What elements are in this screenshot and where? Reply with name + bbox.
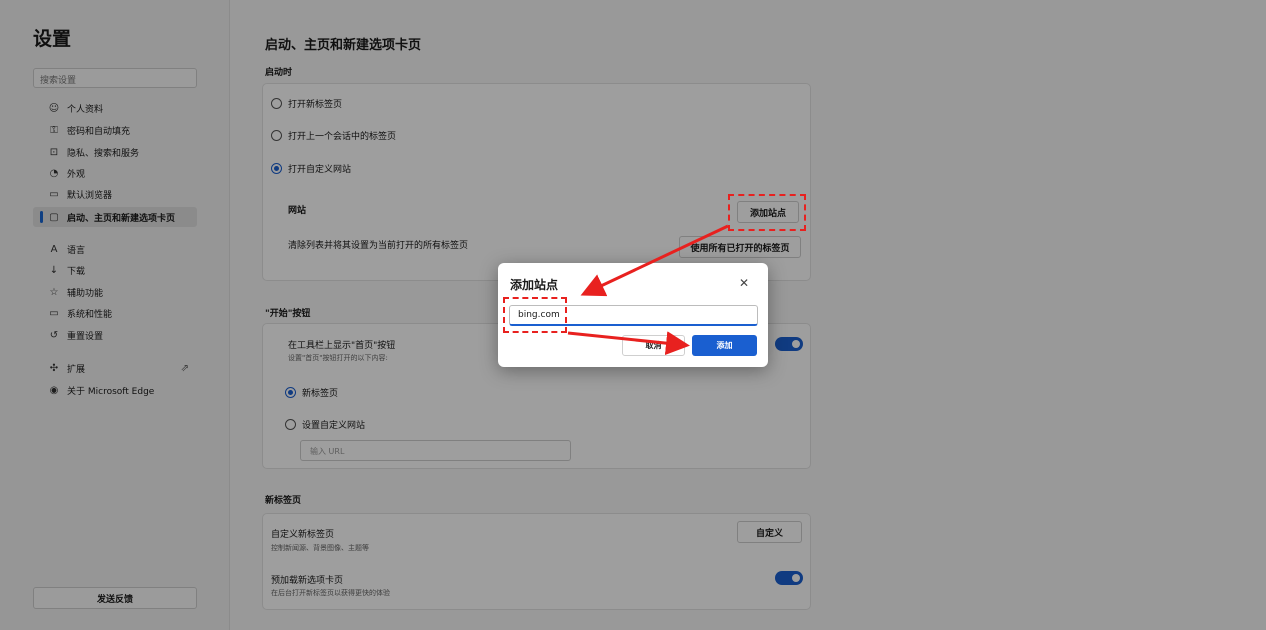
annotation-arrows [567,224,729,356]
arrow-to-add-button [567,331,690,356]
arrow-to-input [580,224,729,297]
